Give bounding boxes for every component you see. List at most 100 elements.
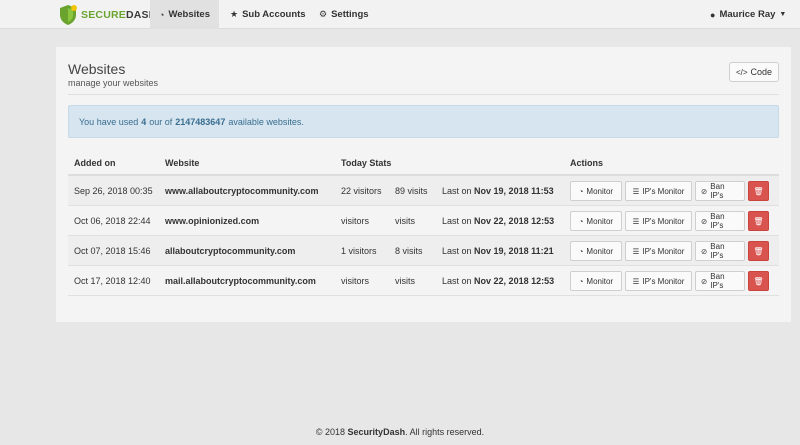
- ban-icon: ⊘: [701, 246, 708, 256]
- page-title: Websites: [68, 61, 126, 77]
- trash-icon: 🗑: [753, 276, 764, 286]
- alert-prefix: You have used: [79, 116, 139, 127]
- monitor-label: Monitor: [586, 216, 614, 226]
- row-actions: ◔ Monitor ☰ IP's Monitor ⊘ Ban IP's 🗑: [570, 181, 769, 201]
- ban-ips-button[interactable]: ⊘ Ban IP's: [695, 271, 745, 291]
- nav-sub-accounts[interactable]: ★ Sub Accounts: [221, 0, 315, 29]
- usage-alert: You have used 4 our of 2147483647 availa…: [68, 105, 779, 138]
- table-row: Oct 17, 2018 12:40 mail.allaboutcryptoco…: [68, 266, 779, 296]
- ban-ips-button[interactable]: ⊘ Ban IP's: [695, 211, 745, 231]
- row-visits: 89 visits: [395, 186, 428, 196]
- alert-suffix: available websites.: [228, 116, 304, 127]
- ip-monitor-label: IP's Monitor: [642, 246, 685, 256]
- row-website[interactable]: www.allaboutcryptocommunity.com: [165, 186, 319, 196]
- dashboard-icon: ◔: [159, 9, 165, 20]
- row-last-prefix: Last on: [442, 216, 472, 226]
- code-button-label: Code: [750, 67, 773, 77]
- gears-icon: ⚙: [319, 9, 328, 19]
- footer-suffix: . All rights reserved.: [405, 427, 485, 437]
- row-visits: visits: [395, 216, 415, 226]
- ban-ips-button[interactable]: ⊘ Ban IP's: [695, 181, 745, 201]
- brand-part1: SECURE: [81, 9, 126, 21]
- row-visitors: visitors: [341, 216, 370, 226]
- alert-middle: our of: [149, 116, 173, 127]
- delete-button[interactable]: 🗑: [748, 211, 769, 231]
- row-visitors: 22 visitors: [341, 186, 382, 196]
- dashboard-icon: ◔: [578, 216, 584, 226]
- ban-icon: ⊘: [701, 216, 708, 226]
- ip-monitor-button[interactable]: ☰ IP's Monitor: [625, 241, 692, 261]
- delete-button[interactable]: 🗑: [748, 271, 769, 291]
- list-icon: ☰: [632, 276, 640, 286]
- row-date: Sep 26, 2018 00:35: [74, 186, 153, 196]
- row-actions: ◔ Monitor ☰ IP's Monitor ⊘ Ban IP's 🗑: [570, 211, 769, 231]
- ip-monitor-button[interactable]: ☰ IP's Monitor: [625, 181, 692, 201]
- ip-monitor-label: IP's Monitor: [642, 186, 685, 196]
- row-website[interactable]: www.opinionized.com: [165, 216, 259, 226]
- ban-label: Ban IP's: [710, 212, 725, 230]
- trash-icon: 🗑: [753, 246, 764, 256]
- row-actions: ◔ Monitor ☰ IP's Monitor ⊘ Ban IP's 🗑: [570, 241, 769, 261]
- list-icon: ☰: [632, 246, 640, 256]
- row-last-seen: Last on Nov 19, 2018 11:53: [442, 186, 554, 196]
- dashboard-icon: ◔: [578, 246, 584, 256]
- footer: © 2018 SecurityDash. All rights reserved…: [0, 427, 800, 437]
- ban-label: Ban IP's: [710, 182, 725, 200]
- nav-settings[interactable]: ⚙ Settings: [310, 0, 378, 29]
- row-last-date: Nov 22, 2018 12:53: [474, 216, 555, 226]
- dashboard-icon: ◔: [578, 276, 584, 286]
- ban-ips-button[interactable]: ⊘ Ban IP's: [695, 241, 745, 261]
- user-name: Maurice Ray: [719, 9, 776, 20]
- ip-monitor-button[interactable]: ☰ IP's Monitor: [625, 211, 692, 231]
- ban-icon: ⊘: [701, 186, 708, 196]
- trash-icon: 🗑: [753, 186, 764, 196]
- row-last-seen: Last on Nov 22, 2018 12:53: [442, 216, 554, 226]
- row-last-prefix: Last on: [442, 276, 472, 286]
- user-menu[interactable]: ● Maurice Ray ▼: [706, 0, 790, 29]
- user-icon: ●: [710, 9, 716, 20]
- trash-icon: 🗑: [753, 216, 764, 226]
- footer-prefix: © 2018: [315, 427, 346, 437]
- list-icon: ☰: [632, 216, 640, 226]
- divider: [68, 94, 779, 95]
- row-website[interactable]: allaboutcryptocommunity.com: [165, 246, 295, 256]
- dashboard-icon: ◔: [578, 186, 584, 196]
- websites-panel: Websites manage your websites </> Code Y…: [56, 47, 791, 322]
- row-last-prefix: Last on: [442, 246, 472, 256]
- monitor-label: Monitor: [586, 246, 614, 256]
- row-visitors: 1 visitors: [341, 246, 377, 256]
- monitor-button[interactable]: ◔ Monitor: [570, 271, 622, 291]
- table-row: Oct 06, 2018 22:44 www.opinionized.com v…: [68, 206, 779, 236]
- ip-monitor-button[interactable]: ☰ IP's Monitor: [625, 271, 692, 291]
- row-visits: visits: [395, 276, 415, 286]
- monitor-button[interactable]: ◔ Monitor: [570, 211, 622, 231]
- brand-logo[interactable]: SECUREDASH: [57, 4, 157, 26]
- code-icon: </>: [735, 67, 748, 77]
- ban-label: Ban IP's: [710, 272, 725, 290]
- nav-websites[interactable]: ◔ Websites: [150, 0, 219, 29]
- monitor-button[interactable]: ◔ Monitor: [570, 241, 622, 261]
- row-visits: 8 visits: [395, 246, 423, 256]
- list-icon: ☰: [632, 186, 640, 196]
- star-icon: ★: [230, 9, 239, 19]
- table-row: Sep 26, 2018 00:35 www.allaboutcryptocom…: [68, 176, 779, 206]
- row-last-date: Nov 19, 2018 11:53: [474, 186, 554, 196]
- row-date: Oct 17, 2018 12:40: [74, 276, 151, 286]
- col-website: Website: [165, 158, 200, 168]
- alert-total-count: 2147483647: [175, 116, 226, 127]
- delete-button[interactable]: 🗑: [748, 241, 769, 261]
- monitor-button[interactable]: ◔ Monitor: [570, 181, 622, 201]
- row-actions: ◔ Monitor ☰ IP's Monitor ⊘ Ban IP's 🗑: [570, 271, 769, 291]
- row-website[interactable]: mail.allaboutcryptocommunity.com: [165, 276, 316, 286]
- row-date: Oct 07, 2018 15:46: [74, 246, 151, 256]
- row-last-prefix: Last on: [442, 186, 472, 196]
- col-added-on: Added on: [74, 158, 116, 168]
- alert-used-count: 4: [141, 116, 147, 127]
- row-last-seen: Last on Nov 22, 2018 12:53: [442, 276, 554, 286]
- delete-button[interactable]: 🗑: [748, 181, 769, 201]
- ban-icon: ⊘: [701, 276, 708, 286]
- nav-settings-label: Settings: [331, 9, 369, 20]
- code-button[interactable]: </> Code: [729, 62, 779, 82]
- row-visitors: visitors: [341, 276, 370, 286]
- col-today-stats: Today Stats: [341, 158, 392, 168]
